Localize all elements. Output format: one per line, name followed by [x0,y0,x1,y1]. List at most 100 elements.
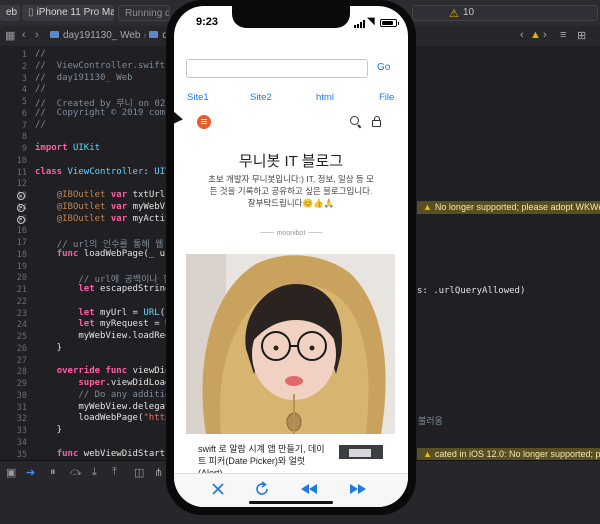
line-number: 6 [21,108,27,119]
file-button[interactable]: File [379,92,394,103]
line-number: 11 [16,167,27,178]
line-number: 16 [16,226,27,237]
html-button[interactable]: html [316,92,334,103]
line-number: 19 [16,261,27,272]
line-number: 3 [21,73,27,84]
prev-issue-icon[interactable]: ‹ [520,29,524,41]
code-fragment-comment: 불러옴 [418,417,443,427]
scheme-tab[interactable]: eb [0,5,20,21]
line-number: 26 [16,343,27,354]
folder-icon [149,31,159,38]
site-links: Site1 Site2 html File [187,92,397,104]
code-line: // [35,119,46,130]
outlet-connection-icon[interactable] [17,215,25,224]
view-debugger-icon[interactable]: ◫ [134,466,144,479]
activity-status: Running day [118,5,170,21]
issue-banner-deprecated-uiwebview[interactable]: ▲No longer supported; please adopt WKWeb… [417,201,600,214]
line-number: 22 [16,296,27,307]
rewind-icon[interactable] [299,480,319,498]
forward-arrow-icon[interactable]: › [35,29,39,41]
line-number: 9 [21,144,27,154]
fast-forward-icon[interactable] [348,480,368,498]
outlet-connection-icon[interactable] [17,192,25,200]
post-photo[interactable] [186,254,395,434]
url-input[interactable] [186,59,368,78]
line-number: 2 [21,61,27,72]
wifi-icon: ◥ [367,16,375,27]
line-number: 28 [16,367,27,378]
next-issue-icon[interactable]: › [543,29,547,41]
code-line: @IBOutlet var txtUrl: [56,190,171,200]
stop-icon[interactable] [208,480,228,498]
device-selector[interactable]: ▯ iPhone 11 Pro Max [22,5,114,21]
line-number: 31 [16,402,27,413]
post-thumbnail[interactable] [339,445,383,459]
outlet-connection-icon[interactable] [17,203,25,212]
line-number: 1 [21,50,27,60]
blog-description: 초보 개발자 무니봇입니다:) IT, 정보, 일상 등 모든 것을 기록하고 … [208,174,374,208]
step-in-icon[interactable]: ⤓ [92,466,97,479]
code-line: @IBOutlet var myActiv [56,213,171,224]
hide-debug-icon[interactable]: ▣ [6,466,16,479]
line-number: 17 [16,238,27,248]
line-number: 25 [16,332,27,342]
status-time: 9:23 [196,16,219,28]
warning-icon: ▲ [423,449,432,459]
line-number: 4 [21,85,27,96]
warning-icon: ▲ [423,202,432,212]
folder-icon [50,31,59,38]
code-line: @IBOutlet var myWebVi [56,201,171,212]
step-out-icon[interactable]: ⤒ [112,466,117,479]
memory-graph-icon[interactable]: ⋔ [154,466,163,479]
code-line: class ViewController: UIV [35,166,171,177]
phone-screen: 9:23 ◥ Go Site1 Site2 html File 무니봇 IT 블… [174,6,408,507]
issue-warning-icon[interactable]: ▲ [530,29,541,41]
code-line: let myRequest = U [78,319,171,330]
code-line: let myUrl = URL(s [78,307,170,318]
go-button[interactable]: Go [377,62,390,73]
breadcrumb[interactable]: day191130_ Web › da [50,30,174,41]
site1-button[interactable]: Site1 [187,92,209,103]
grid-icon[interactable]: ▦ [5,29,15,42]
iphone-simulator: 9:23 ◥ Go Site1 Site2 html File 무니봇 IT 블… [166,0,416,515]
lock-icon[interactable] [372,116,381,127]
line-number: 29 [16,379,27,389]
add-editor-icon[interactable]: ⊞ [577,29,586,42]
search-icon[interactable] [350,116,359,125]
site2-button[interactable]: Site2 [250,92,272,103]
warning-count: 10 [463,7,475,18]
code-line: loadWebPage("http [35,413,171,424]
blog-title[interactable]: 무니봇 IT 블로그 [174,150,408,171]
line-number: 10 [16,155,27,166]
web-view[interactable]: 무니봇 IT 블로그 초보 개발자 무니봇입니다:) IT, 정보, 일상 등 … [174,106,408,473]
step-over-icon[interactable]: ⤼ [70,466,82,479]
code-line: super.viewDidLoad [78,378,171,388]
line-number: 20 [16,273,27,284]
line-number: 7 [21,120,27,131]
line-number: 34 [16,437,27,448]
menu-icon[interactable] [197,115,211,129]
line-number: 35 [16,449,27,460]
cellular-signal-icon [354,20,366,28]
warning-indicator[interactable]: ⚠ 10 [412,5,598,21]
line-number: 30 [16,390,27,401]
refresh-icon[interactable] [252,480,272,498]
line-number: 24 [16,320,27,331]
code-line: // Copyright © 2019 com. [35,107,171,118]
code-line: import UIKit [35,143,101,153]
home-indicator [249,501,333,504]
back-arrow-icon[interactable]: ‹ [22,29,26,41]
line-number: 8 [21,132,27,143]
portrait-image [186,254,395,434]
breakpoints-toggle-icon[interactable]: ➔ [26,466,35,479]
pause-icon[interactable]: ⏸ [50,466,56,479]
line-number: 5 [21,97,27,107]
blog-divider: moonibot [174,230,408,237]
list-icon[interactable]: ≡ [560,29,566,41]
line-number: 18 [16,249,27,260]
post-title[interactable]: swift 로 알람 시계 앱 만들기, 데이트 피커(Date Picker)… [198,443,328,473]
line-number: 27 [16,355,27,366]
code-line: // ViewController.swift [35,60,166,71]
line-number: 23 [16,308,27,319]
line-number: 32 [16,414,27,425]
